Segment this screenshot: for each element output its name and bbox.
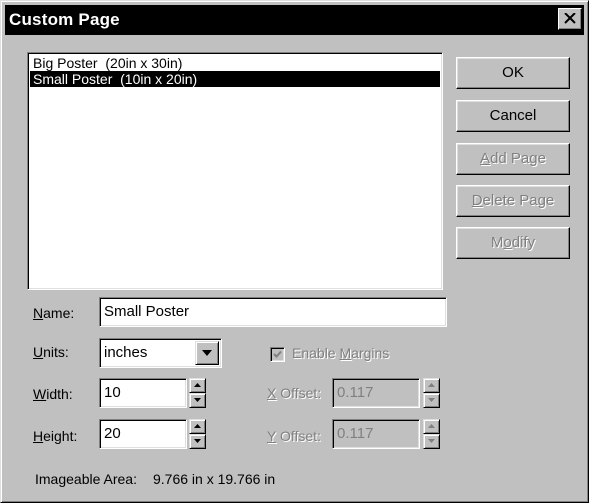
x-offset-spin-up[interactable] (423, 378, 440, 393)
arrow-down-icon (194, 439, 201, 443)
units-label: Units: (33, 344, 69, 360)
units-label-post: nits: (43, 344, 69, 360)
width-accelerator: W (33, 386, 47, 402)
height-spin-down[interactable] (189, 434, 206, 449)
y-offset-label: Y Offset: (267, 428, 321, 444)
height-label-post: eight: (43, 428, 78, 444)
height-spin-up[interactable] (189, 419, 206, 434)
add-page-button[interactable]: Add Page (456, 143, 570, 175)
modify-label-post: dify (511, 234, 536, 251)
modify-accelerator: o (503, 234, 512, 251)
y-offset-spinner[interactable] (423, 419, 440, 449)
units-select-value: inches (104, 344, 148, 361)
width-label-post: idth: (46, 386, 73, 402)
arrow-down-icon (428, 398, 435, 402)
arrow-down-icon (194, 398, 201, 402)
arrow-down-icon (428, 439, 435, 443)
units-dropdown-button[interactable] (195, 341, 219, 365)
delete-page-label-post: elete Page (482, 192, 555, 209)
close-button[interactable] (558, 8, 582, 30)
units-accelerator: U (33, 344, 44, 360)
name-label: Name: (33, 305, 74, 321)
y-offset-label-post: Offset: (276, 428, 321, 444)
page-list[interactable]: Big Poster (20in x 30in) Small Poster (1… (27, 52, 443, 290)
height-accelerator: H (33, 428, 44, 444)
enable-margins-label: Enable Margins (292, 345, 389, 361)
add-page-accelerator: A (480, 150, 491, 167)
checkmark-icon (273, 350, 282, 358)
arrow-up-icon (428, 424, 435, 428)
y-offset-spin-down[interactable] (423, 434, 440, 449)
enable-margins-accelerator: M (339, 345, 352, 361)
x-offset-input[interactable]: 0.117 (332, 378, 420, 408)
close-icon (564, 13, 576, 24)
title-bar[interactable]: Custom Page (5, 5, 584, 35)
name-label-post: ame: (43, 305, 75, 321)
width-spinner[interactable] (189, 378, 206, 408)
add-page-label-post: dd Page (490, 150, 546, 167)
ok-button[interactable]: OK (456, 57, 570, 89)
y-offset-spin-up[interactable] (423, 419, 440, 434)
delete-page-button[interactable]: Delete Page (456, 185, 570, 217)
cancel-button[interactable]: Cancel (456, 100, 570, 132)
enable-margins-label-pre: Enable (292, 345, 340, 361)
name-input[interactable]: Small Poster (99, 297, 447, 327)
list-item-small-poster[interactable]: Small Poster (10in x 20in) (30, 71, 440, 87)
width-input[interactable]: 10 (99, 378, 187, 408)
list-item-big-poster[interactable]: Big Poster (20in x 30in) (30, 55, 440, 71)
imageable-area-label: Imageable Area: (35, 471, 137, 487)
imageable-area-value: 9.766 in x 19.766 in (153, 471, 276, 487)
name-accelerator: N (33, 305, 44, 321)
dialog-title: Custom Page (9, 10, 120, 29)
delete-page-accelerator: D (471, 192, 483, 209)
modify-button[interactable]: Modify (456, 227, 570, 259)
arrow-up-icon (194, 424, 201, 428)
width-spin-up[interactable] (189, 378, 206, 393)
custom-page-dialog: Custom Page Big Poster (20in x 30in) Sma… (0, 0, 589, 503)
height-input[interactable]: 20 (99, 419, 187, 449)
y-offset-input[interactable]: 0.117 (332, 419, 420, 449)
height-label: Height: (33, 428, 77, 444)
enable-margins-label-post: argins (351, 345, 390, 361)
width-label: Width: (33, 386, 73, 402)
x-offset-spinner[interactable] (423, 378, 440, 408)
x-offset-label: X Offset: (267, 385, 321, 401)
width-spin-down[interactable] (189, 393, 206, 408)
arrow-up-icon (428, 383, 435, 387)
y-offset-accelerator: Y (267, 428, 277, 444)
height-spinner[interactable] (189, 419, 206, 449)
x-offset-label-post: Offset: (276, 385, 322, 401)
x-offset-accelerator: X (267, 385, 277, 401)
chevron-down-icon (202, 350, 212, 356)
enable-margins-checkbox[interactable] (270, 347, 285, 362)
modify-label-pre: M (490, 234, 504, 251)
arrow-up-icon (194, 383, 201, 387)
x-offset-spin-down[interactable] (423, 393, 440, 408)
